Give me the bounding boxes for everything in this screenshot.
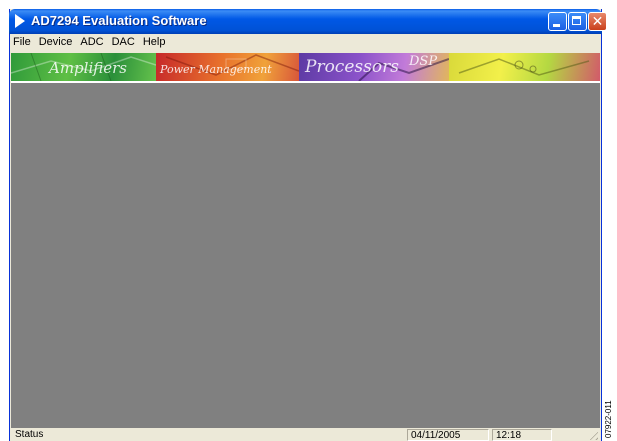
- menu-help[interactable]: Help: [139, 34, 170, 51]
- banner-panel-amplifiers: Amplifiers: [11, 53, 156, 81]
- status-time: 12:18: [492, 429, 552, 441]
- mdi-workspace[interactable]: [11, 83, 600, 428]
- product-banner: Amplifiers Power Management Processors D…: [11, 53, 600, 83]
- banner-panel-processors: Processors DSP: [299, 53, 449, 81]
- maximize-button[interactable]: [568, 12, 587, 31]
- banner-label-amplifiers: Amplifiers: [49, 59, 128, 77]
- banner-label-dsp: DSP: [409, 54, 438, 69]
- minimize-button[interactable]: [548, 12, 567, 31]
- play-arrow-icon: [15, 14, 25, 28]
- resize-grip-icon[interactable]: [586, 428, 598, 440]
- close-icon: ✕: [591, 13, 604, 29]
- status-bar: Status 04/11/2005 12:18: [10, 428, 601, 441]
- status-text: Status: [15, 429, 44, 440]
- close-button[interactable]: ✕: [588, 12, 607, 31]
- maximize-icon: [572, 16, 581, 25]
- banner-panel-power: Power Management: [156, 53, 299, 81]
- title-bar[interactable]: AD7294 Evaluation Software ✕: [9, 9, 607, 34]
- menu-bar: File Device ADC DAC Help: [10, 34, 601, 51]
- window-title: AD7294 Evaluation Software: [31, 13, 207, 28]
- status-date: 04/11/2005: [407, 429, 489, 441]
- minimize-icon: [553, 24, 560, 27]
- menu-file[interactable]: File: [10, 34, 35, 51]
- banner-label-power: Power Management: [160, 63, 272, 76]
- menu-adc[interactable]: ADC: [76, 34, 107, 51]
- banner-label-processors: Processors: [305, 57, 399, 77]
- banner-panel-circuit: [449, 53, 600, 81]
- menu-device[interactable]: Device: [35, 34, 77, 51]
- app-window: AD7294 Evaluation Software ✕ File Device…: [9, 9, 607, 441]
- figure-code: 07922-011: [604, 400, 613, 438]
- menu-dac[interactable]: DAC: [108, 34, 139, 51]
- circuit-graphic-icon: [458, 58, 590, 76]
